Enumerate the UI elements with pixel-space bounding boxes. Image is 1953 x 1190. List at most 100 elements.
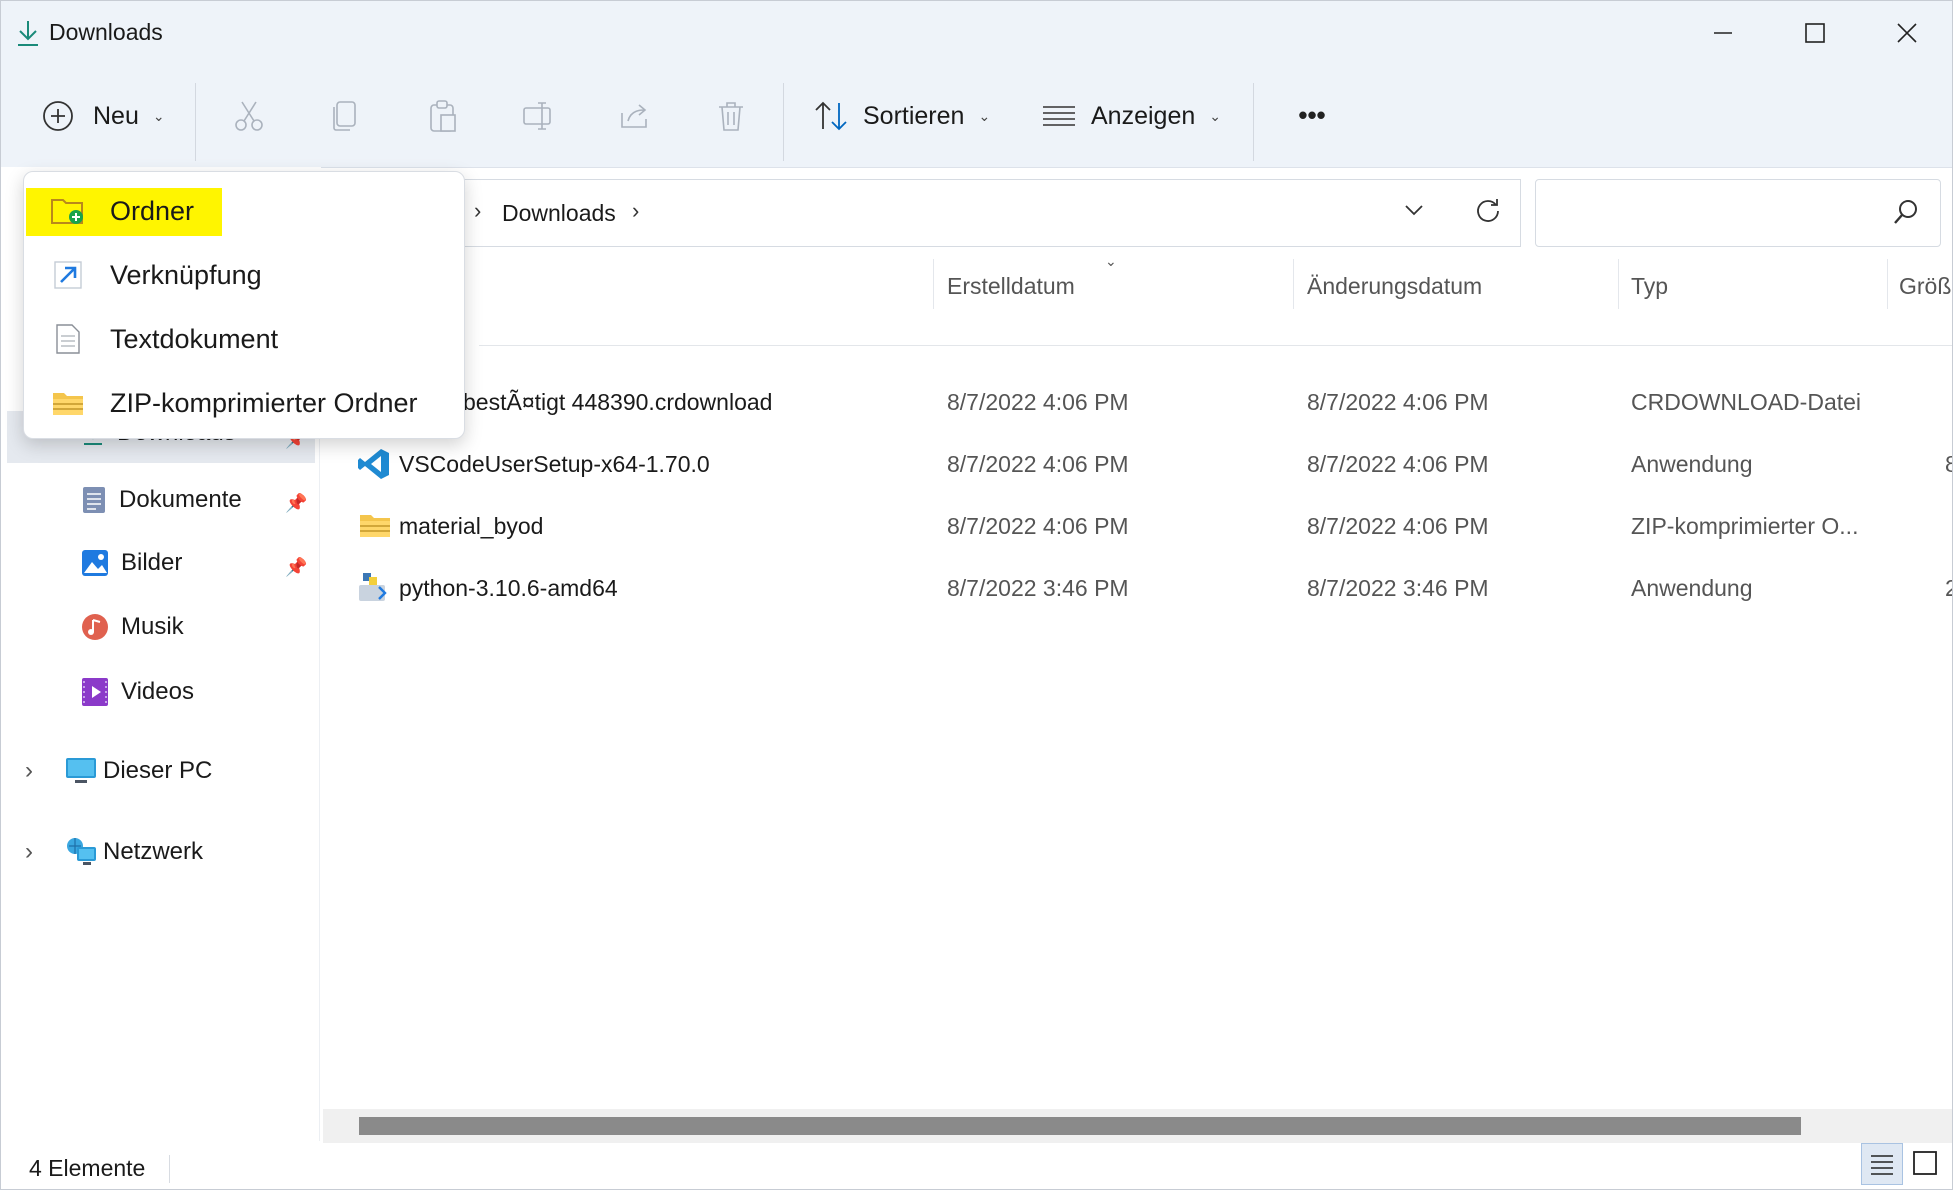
nav-item-label: Videos — [121, 678, 194, 705]
scrollbar-thumb[interactable] — [359, 1117, 1801, 1135]
cut-icon — [235, 101, 263, 131]
nav-item-label: Bilder — [121, 549, 183, 576]
paste-button[interactable] — [414, 88, 470, 144]
file-created: 8/7/2022 4:06 PM — [947, 389, 1129, 415]
file-modified: 8/7/2022 4:06 PM — [1307, 513, 1489, 539]
window-title: Downloads — [49, 19, 163, 45]
delete-icon — [719, 102, 743, 131]
more-options-button[interactable]: ••• — [1281, 93, 1343, 137]
address-history-chevron-icon[interactable] — [1402, 198, 1426, 227]
breadcrumb-separator-icon: › — [474, 198, 482, 223]
rename-button[interactable] — [510, 88, 566, 144]
file-modified: 8/7/2022 3:46 PM — [1307, 575, 1489, 601]
nav-group-label: Netzwerk — [103, 838, 204, 865]
search-input[interactable] — [1546, 194, 1870, 234]
horizontal-scrollbar[interactable] — [323, 1109, 1952, 1143]
toolbar-divider — [1253, 83, 1254, 161]
column-divider[interactable] — [1887, 259, 1888, 309]
toolbar-divider — [783, 83, 784, 161]
title-bar: Downloads — [1, 1, 1952, 65]
minimize-button[interactable] — [1677, 1, 1769, 65]
table-row[interactable]: material_byod 8/7/2022 4:06 PM 8/7/2022 … — [323, 501, 1952, 551]
chevron-down-icon: ⌄ — [152, 107, 165, 124]
new-button-label: Neu — [93, 101, 139, 130]
sort-button[interactable]: Sortieren ⌄ — [813, 65, 990, 167]
share-button[interactable] — [607, 88, 663, 144]
menu-item-label: ZIP-komprimierter Ordner — [110, 387, 418, 418]
refresh-icon[interactable] — [1474, 196, 1502, 229]
search-box[interactable] — [1535, 179, 1941, 247]
menu-item-zip-folder[interactable]: ZIP-komprimierter Ordner — [24, 372, 464, 434]
command-bar: Neu ⌄ Sortieren ⌄ Anzeigen ⌄ ••• — [1, 65, 1952, 168]
chevron-down-icon: ⌄ — [978, 107, 991, 124]
menu-item-shortcut[interactable]: Verknüpfung — [24, 244, 464, 306]
column-header-type[interactable]: Typ — [1631, 273, 1668, 300]
paste-icon — [430, 100, 456, 132]
plus-circle-icon — [43, 101, 73, 131]
file-name: python-3.10.6-amd64 — [399, 575, 618, 601]
vscode-icon — [358, 449, 389, 479]
status-bar: 4 Elemente — [1, 1147, 1952, 1189]
cut-button[interactable] — [221, 88, 277, 144]
breadcrumb-separator-icon: › — [632, 198, 640, 223]
video-icon — [82, 678, 108, 706]
table-row[interactable]: VSCodeUserSetup-x64-1.70.0 8/7/2022 4:06… — [323, 439, 1952, 489]
nav-item-label: Musik — [121, 613, 184, 640]
close-button[interactable] — [1861, 1, 1952, 65]
column-header-modified[interactable]: Änderungsdatum — [1307, 273, 1482, 300]
nav-item-videos[interactable]: Videos — [81, 677, 194, 707]
nav-item-documents[interactable]: Dokumente — [81, 485, 242, 515]
menu-item-label: Verknüpfung — [110, 259, 262, 290]
chevron-right-icon[interactable]: › — [25, 838, 65, 866]
nav-group-network[interactable]: › Netzwerk — [25, 837, 203, 867]
nav-item-pictures[interactable]: Bilder — [81, 549, 182, 577]
new-folder-icon — [50, 193, 86, 229]
nav-item-music[interactable]: Musik — [81, 613, 184, 641]
new-button[interactable]: Neu ⌄ — [41, 65, 165, 167]
breadcrumb-downloads[interactable]: Downloads — [502, 200, 616, 227]
file-type: CRDOWNLOAD-Datei — [1631, 389, 1862, 415]
network-icon — [67, 838, 96, 865]
address-bar[interactable]: › Downloads › — [451, 179, 1521, 247]
file-type: ZIP-komprimierter O... — [1631, 513, 1859, 539]
pin-icon[interactable]: 📌 — [285, 493, 307, 514]
pin-icon[interactable]: 📌 — [285, 557, 307, 578]
download-arrow-icon — [15, 19, 41, 52]
view-list-icon — [1043, 106, 1075, 126]
status-divider — [169, 1155, 170, 1183]
menu-item-text-document[interactable]: Textdokument — [24, 308, 464, 370]
details-view-icon — [1871, 1155, 1893, 1175]
pictures-icon — [82, 550, 108, 576]
column-divider[interactable] — [1618, 259, 1619, 309]
copy-button[interactable] — [317, 88, 373, 144]
nav-group-this-pc[interactable]: › Dieser PC — [25, 757, 212, 785]
column-divider[interactable] — [933, 259, 934, 309]
chevron-right-icon[interactable]: › — [25, 757, 65, 785]
file-created: 8/7/2022 4:06 PM — [947, 451, 1129, 477]
nav-item-label: Dokumente — [119, 486, 242, 513]
table-row[interactable]: bestÃ¤tigt 448390.crdownload 8/7/2022 4:… — [323, 377, 1952, 427]
file-modified: 8/7/2022 4:06 PM — [1307, 451, 1489, 477]
menu-item-label: Ordner — [110, 195, 195, 226]
view-button[interactable]: Anzeigen ⌄ — [1041, 65, 1221, 167]
column-header-created[interactable]: Erstelldatum — [947, 273, 1075, 300]
delete-button[interactable] — [703, 88, 759, 144]
new-dropdown-menu: Ordner Verknüpfung Textdokument ZIP-komp… — [23, 171, 465, 439]
column-divider[interactable] — [1293, 259, 1294, 309]
maximize-button[interactable] — [1769, 1, 1861, 65]
menu-item-new-folder[interactable]: Ordner — [24, 180, 464, 242]
minimize-icon — [1714, 32, 1732, 34]
table-row[interactable]: python-3.10.6-amd64 8/7/2022 3:46 PM 8/7… — [323, 563, 1952, 613]
tiles-view-button[interactable] — [1905, 1143, 1945, 1183]
text-document-icon — [50, 321, 86, 357]
zip-folder-icon — [360, 515, 390, 537]
group-divider — [479, 345, 1952, 346]
file-name: material_byod — [399, 513, 544, 539]
sort-icon — [815, 101, 847, 131]
details-view-button[interactable] — [1861, 1143, 1903, 1185]
menu-item-label: Textdokument — [110, 323, 279, 354]
file-name: VSCodeUserSetup-x64-1.70.0 — [399, 451, 710, 477]
column-header-size[interactable]: Größ — [1899, 273, 1951, 300]
search-icon[interactable] — [1892, 198, 1920, 231]
file-name: bestÃ¤tigt 448390.crdownload — [463, 389, 773, 415]
